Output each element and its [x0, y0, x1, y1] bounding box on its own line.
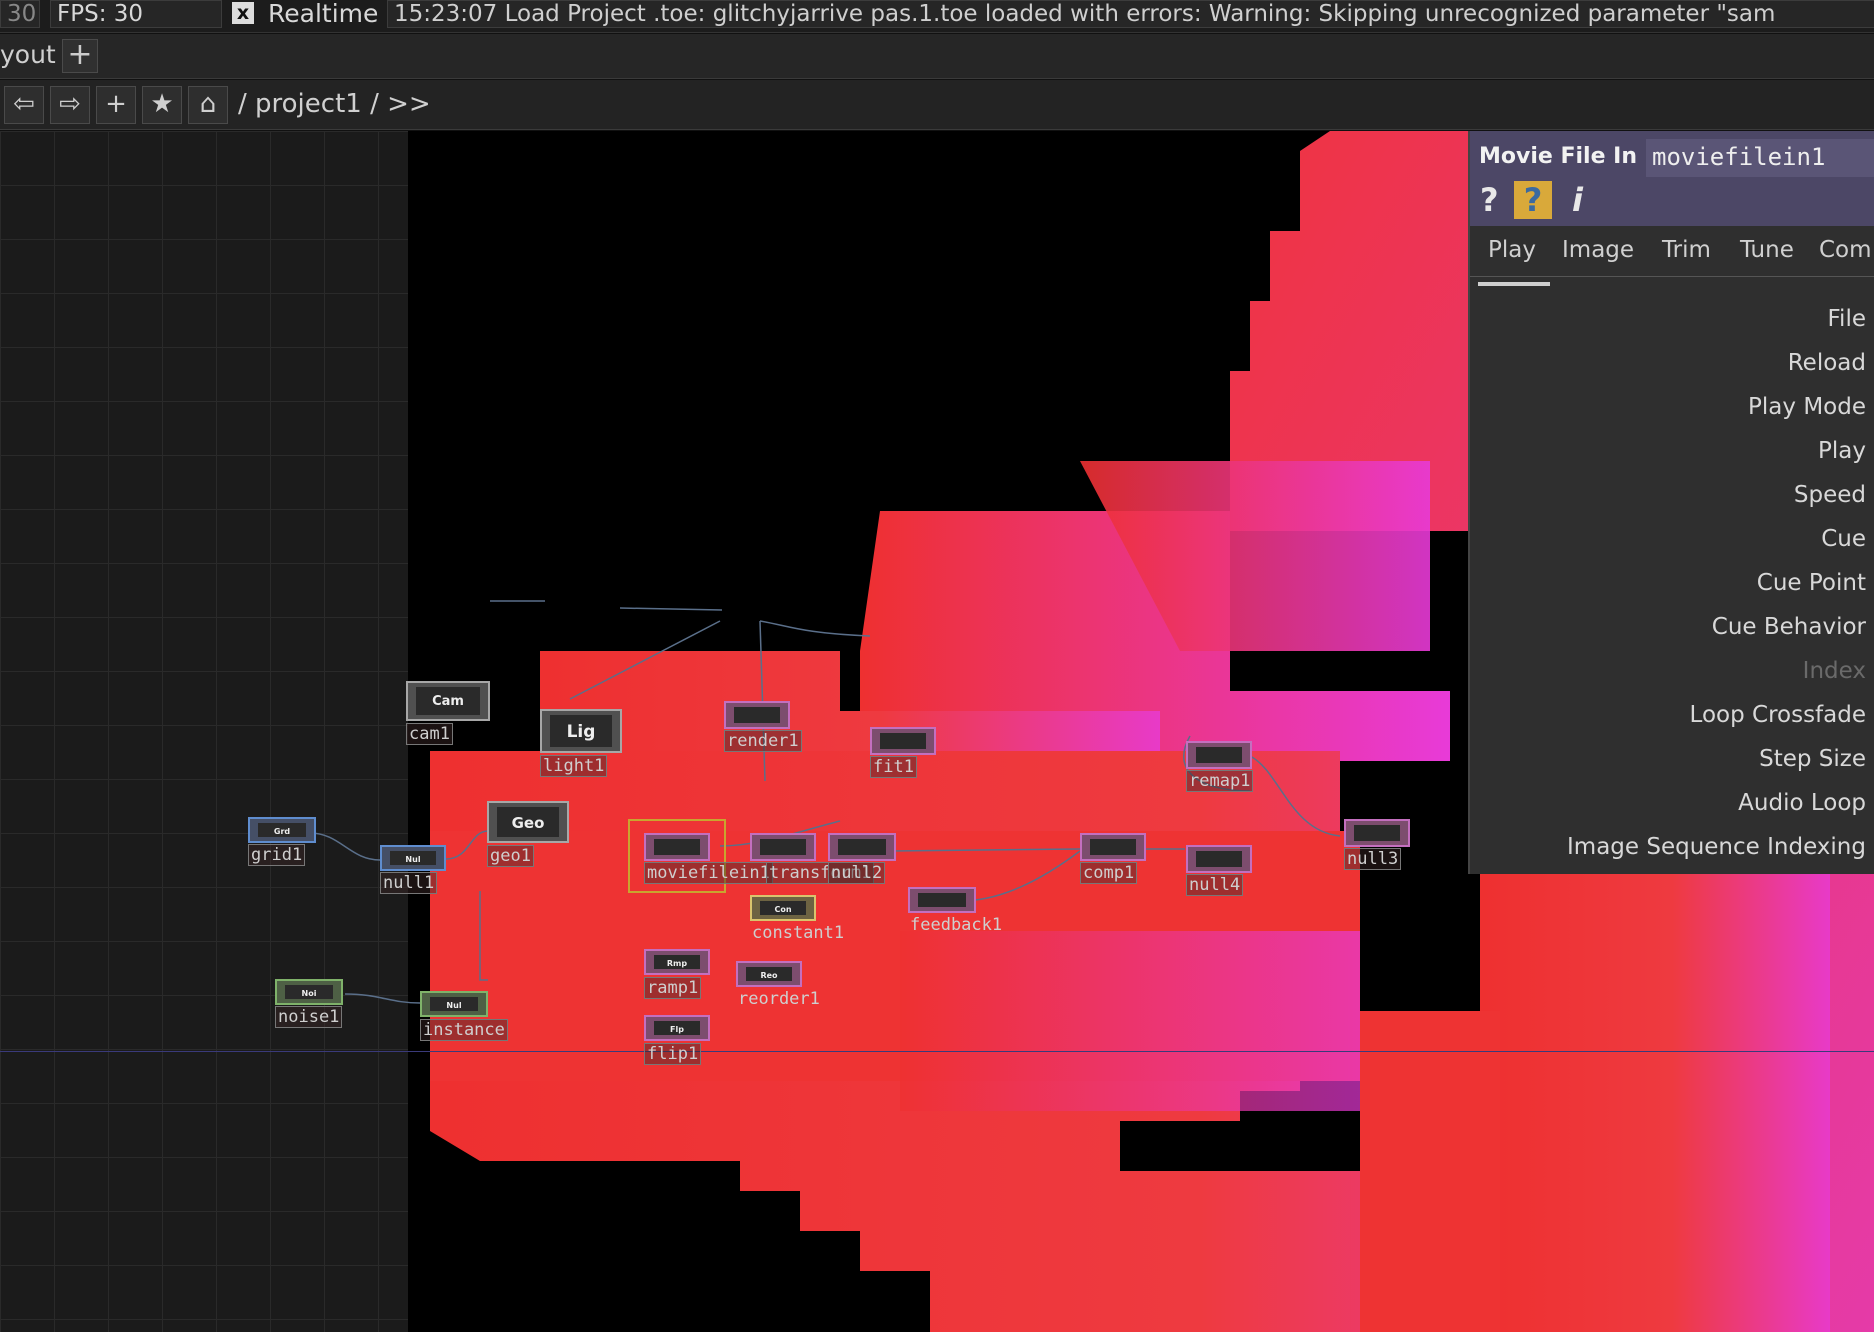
arrow-left-icon: ⇦	[13, 89, 35, 119]
param-reload[interactable]: Reload	[1788, 350, 1866, 376]
node-label: null3	[1344, 848, 1402, 870]
node-label: reorder1	[738, 989, 820, 1009]
remap-node-thumbnail	[1196, 747, 1242, 763]
light-node-icon: Lig	[550, 715, 612, 747]
node-label: null4	[1186, 874, 1244, 896]
param-image-sequence-indexing[interactable]: Image Sequence Indexing	[1567, 834, 1866, 860]
node-label: light1	[540, 755, 608, 777]
node-label: moviefilein1	[644, 862, 773, 884]
path-bar: ⇦ ⇨ + ★ ⌂ / project1 / >>	[0, 80, 1874, 130]
node-label: remap1	[1186, 770, 1254, 792]
parameter-tabs: Play Image Trim Tune Com	[1470, 227, 1874, 277]
parameter-panel: Movie File In moviefilein1 ? ? i Play Im…	[1468, 131, 1874, 874]
param-play-mode[interactable]: Play Mode	[1748, 394, 1866, 420]
node-label: grid1	[248, 844, 306, 866]
python-help-icon[interactable]: ?	[1514, 181, 1552, 219]
node-label: null2	[828, 862, 886, 884]
realtime-checkbox[interactable]: x	[232, 2, 254, 24]
render-node-thumbnail	[734, 707, 780, 723]
node-label: ramp1	[644, 977, 702, 999]
param-loop-crossfade[interactable]: Loop Crossfade	[1690, 702, 1866, 728]
back-button[interactable]: ⇦	[4, 86, 44, 124]
help-icon[interactable]: ?	[1480, 181, 1499, 219]
breadcrumb[interactable]: / project1 / >>	[238, 89, 431, 119]
node-label: render1	[724, 730, 802, 752]
cam-node-icon: Cam	[416, 687, 480, 715]
node-label: constant1	[752, 923, 845, 943]
operator-name-field[interactable]: moviefilein1	[1646, 139, 1874, 177]
add-button[interactable]: +	[96, 86, 136, 124]
node-label: noise1	[275, 1006, 343, 1028]
geo-node-icon: Geo	[497, 807, 559, 837]
top-status-bar: 30 FPS: 30 x Realtime 15:23:07 Load Proj…	[0, 0, 1874, 33]
grid-node-icon: Grd	[258, 823, 306, 837]
noise-node-icon: Noi	[285, 985, 333, 999]
console-message[interactable]: 15:23:07 Load Project .toe: glitchyjarri…	[387, 0, 1874, 28]
reorder-node-icon: Reo	[746, 967, 792, 981]
comp-node-thumbnail	[1090, 839, 1136, 855]
node-label: null1	[380, 872, 438, 894]
param-play[interactable]: Play	[1818, 438, 1866, 464]
active-tab-indicator	[1478, 282, 1550, 286]
plus-icon: +	[105, 89, 127, 119]
fps-field[interactable]: FPS: 30	[50, 0, 222, 28]
node-label: comp1	[1080, 862, 1138, 884]
tab-trim[interactable]: Trim	[1662, 237, 1711, 263]
constant-node-icon: Con	[760, 901, 806, 915]
pane-layout-bar: yout +	[0, 34, 1874, 79]
node-label: feedback1	[910, 915, 1003, 935]
home-icon: ⌂	[199, 89, 217, 119]
param-file[interactable]: File	[1828, 306, 1867, 332]
forward-button[interactable]: ⇨	[50, 86, 90, 124]
star-icon: ★	[150, 89, 174, 119]
tab-image[interactable]: Image	[1562, 237, 1634, 263]
param-cue-point[interactable]: Cue Point	[1757, 570, 1866, 596]
realtime-label: Realtime	[268, 0, 379, 28]
param-cue-behavior[interactable]: Cue Behavior	[1712, 614, 1866, 640]
null2-node-thumbnail	[838, 839, 886, 855]
operator-type: Movie File In	[1479, 144, 1638, 169]
flip-node-icon: Flp	[654, 1021, 700, 1035]
parameter-header: Movie File In moviefilein1 ? ? i	[1470, 131, 1874, 226]
transform-node-thumbnail	[760, 839, 806, 855]
node-label: fit1	[870, 756, 917, 778]
home-button[interactable]: ⌂	[188, 86, 228, 124]
moviefilein-node-thumbnail	[654, 839, 700, 855]
node-label: cam1	[406, 723, 453, 745]
layout-label: yout	[0, 40, 56, 69]
tab-tune[interactable]: Tune	[1740, 237, 1794, 263]
null-node-icon: Nul	[390, 851, 436, 865]
feedback-node-thumbnail	[918, 893, 966, 907]
tab-common[interactable]: Com	[1819, 237, 1872, 263]
node-label: instance	[420, 1019, 508, 1041]
info-icon[interactable]: i	[1572, 181, 1583, 219]
tab-play[interactable]: Play	[1488, 237, 1536, 263]
fit-node-thumbnail	[880, 733, 926, 749]
add-pane-button[interactable]: +	[62, 39, 98, 73]
node-label: geo1	[487, 845, 534, 867]
instance-node-icon: Nul	[430, 997, 478, 1011]
param-step-size[interactable]: Step Size	[1759, 746, 1866, 772]
null4-node-thumbnail	[1196, 851, 1242, 867]
frame-field[interactable]: 30	[0, 0, 40, 28]
node-label: flip1	[644, 1043, 702, 1065]
param-cue[interactable]: Cue	[1821, 526, 1866, 552]
param-index: Index	[1802, 658, 1866, 684]
ramp-node-icon: Rmp	[654, 955, 700, 969]
arrow-right-icon: ⇨	[59, 89, 81, 119]
param-speed[interactable]: Speed	[1794, 482, 1866, 508]
null3-node-thumbnail	[1354, 825, 1400, 841]
bookmark-button[interactable]: ★	[142, 86, 182, 124]
param-audio-loop[interactable]: Audio Loop	[1738, 790, 1866, 816]
